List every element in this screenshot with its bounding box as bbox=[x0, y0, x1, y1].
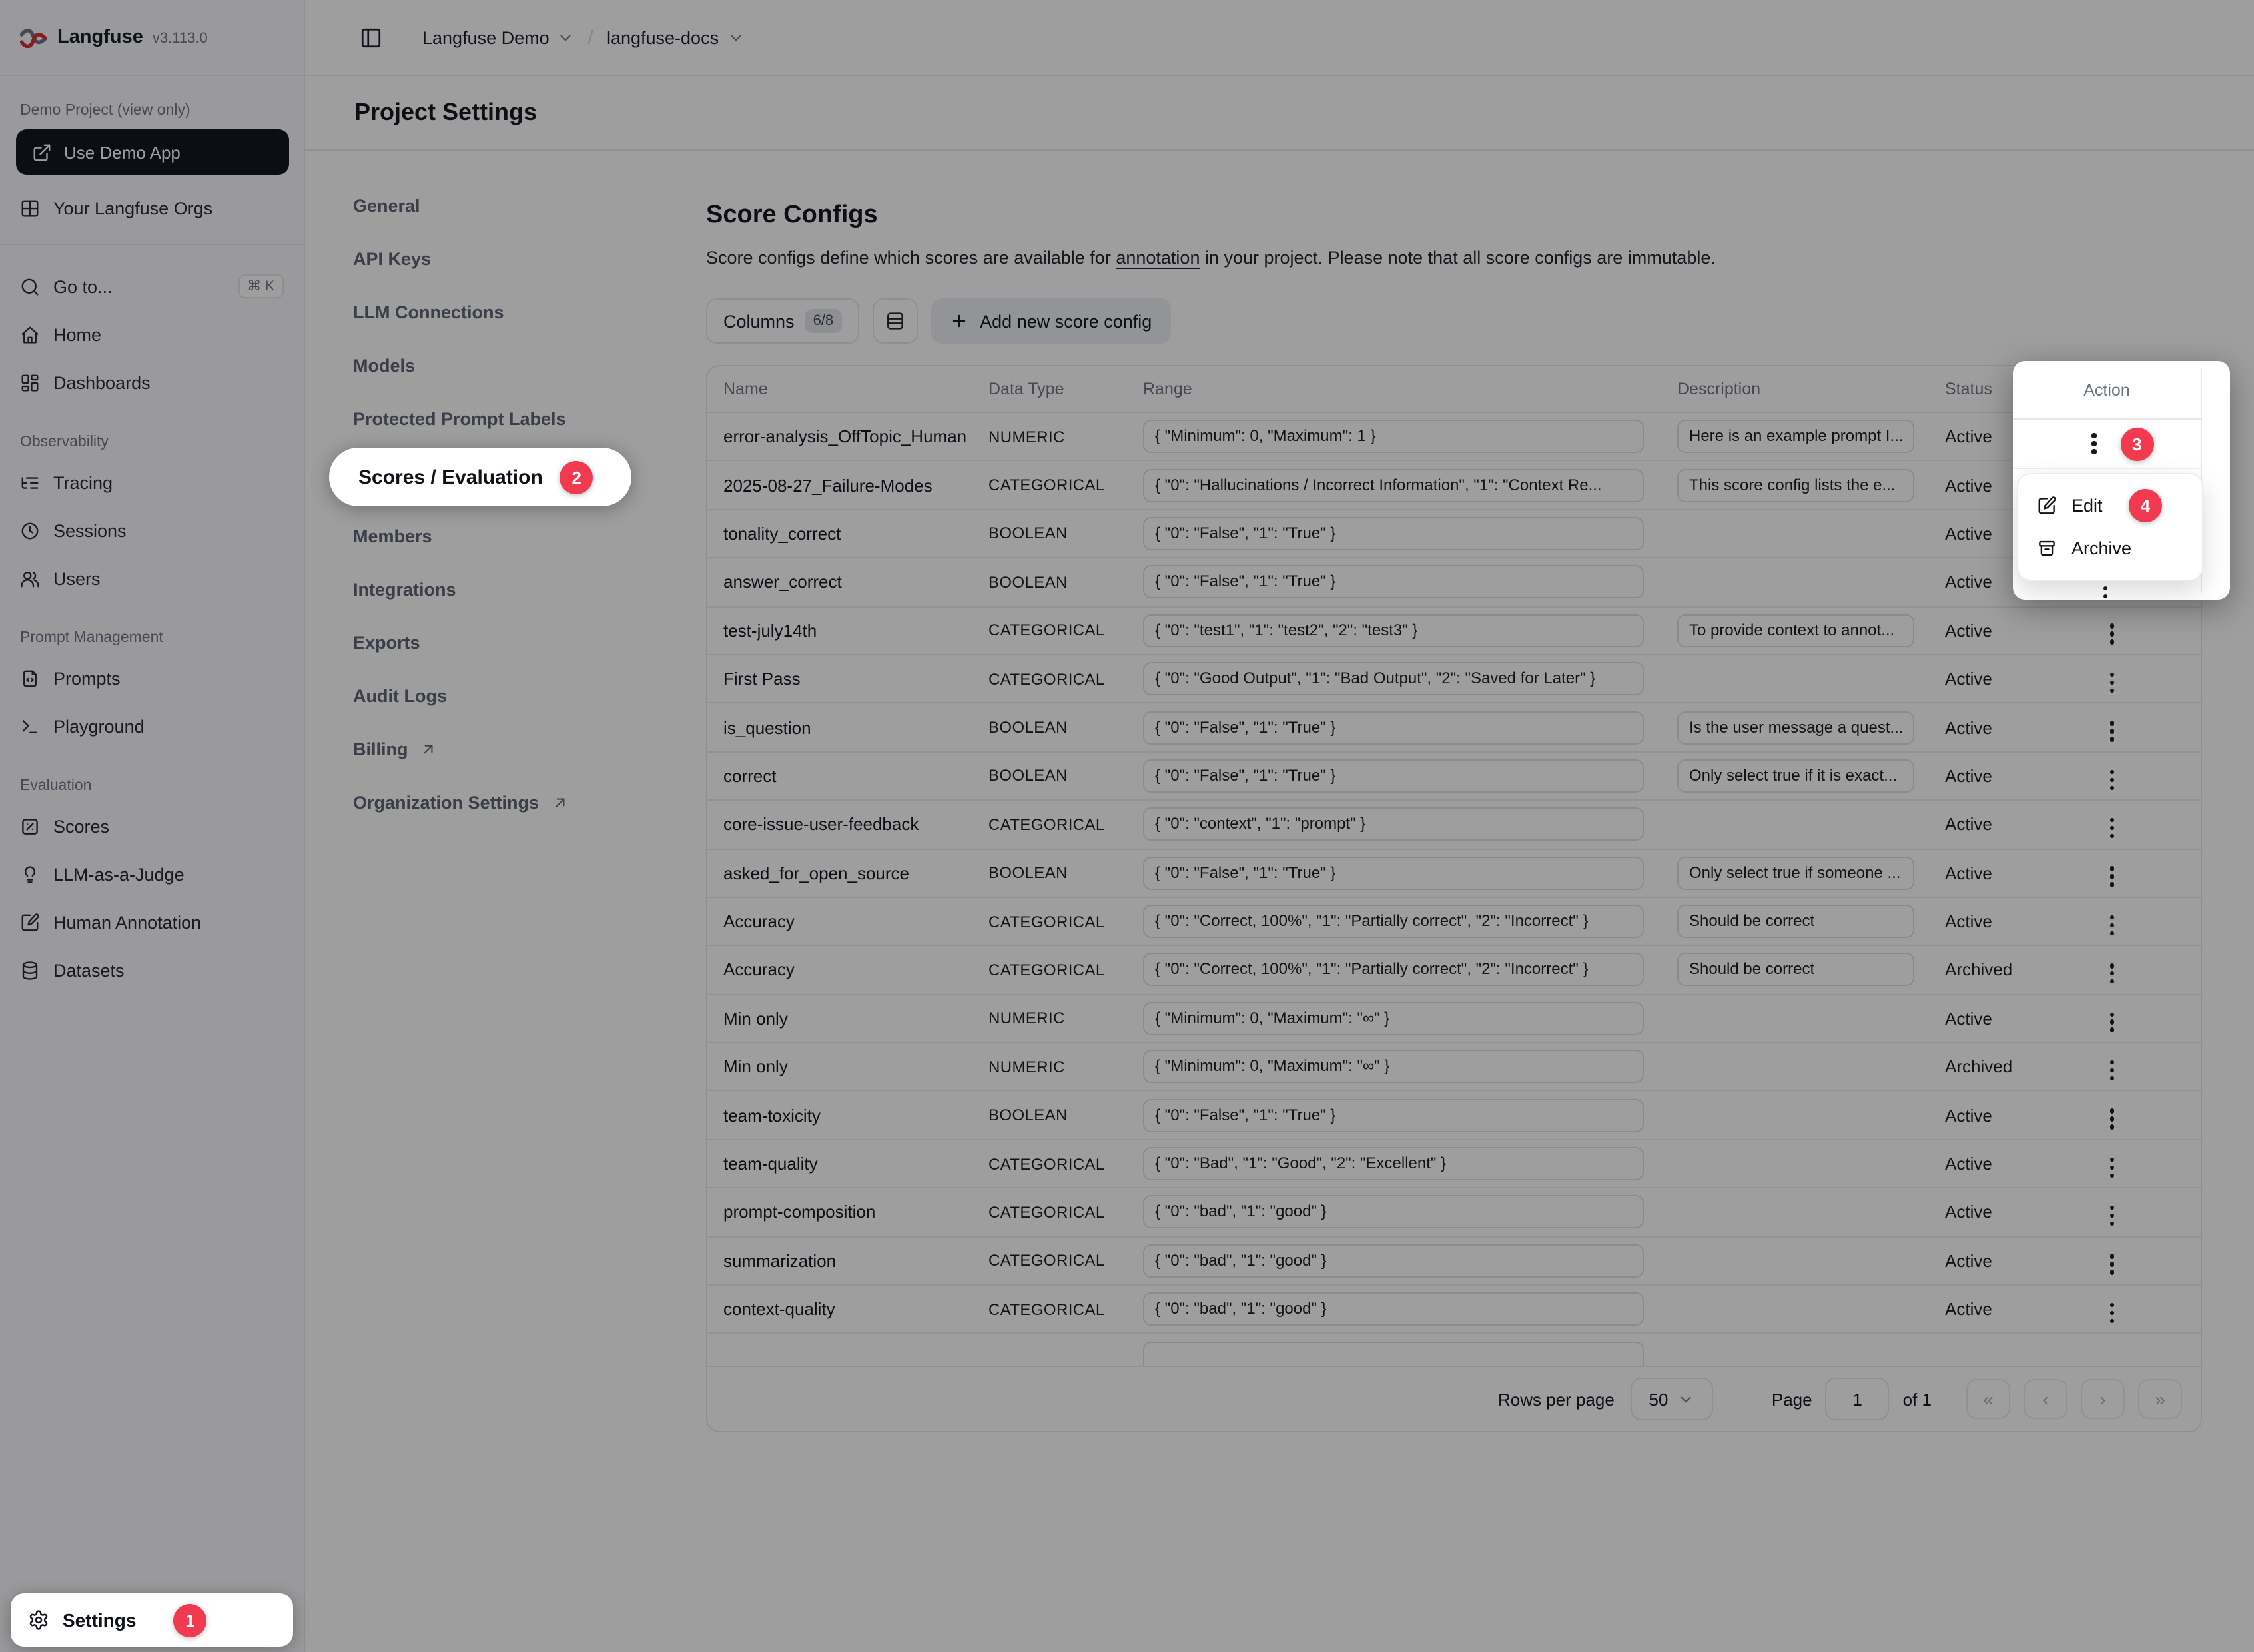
app-window: Langfuse v3.113.0 Demo Project (view onl… bbox=[0, 0, 2254, 1652]
edit-icon bbox=[2037, 495, 2057, 515]
tutorial-badge-3: 3 bbox=[2120, 427, 2153, 460]
action-dropdown-menu: Edit 4 Archive bbox=[2017, 473, 2203, 581]
menu-item-edit[interactable]: Edit 4 bbox=[2025, 484, 2195, 526]
gear-icon bbox=[28, 1609, 49, 1631]
action-column-spotlight: Action 3 Edit 4 Archive bbox=[2013, 361, 2230, 600]
tutorial-badge-4: 4 bbox=[2129, 488, 2162, 522]
sidebar-item-settings[interactable]: Settings 1 bbox=[11, 1593, 293, 1647]
settings-nav-label: Scores / Evaluation bbox=[358, 466, 543, 488]
tutorial-badge-1: 1 bbox=[173, 1603, 206, 1637]
action-row-1: 3 bbox=[2013, 420, 2201, 469]
action-column-header: Action bbox=[2013, 361, 2201, 420]
kebab-menu-icon[interactable] bbox=[2098, 581, 2113, 600]
settings-nav-item-scores-evaluation[interactable]: Scores / Evaluation 2 bbox=[329, 448, 631, 506]
archive-label: Archive bbox=[2071, 538, 2131, 558]
sidebar-footer: Settings 1 bbox=[11, 1593, 293, 1647]
kebab-menu-icon[interactable] bbox=[2087, 428, 2102, 460]
settings-label: Settings bbox=[63, 1609, 136, 1631]
tutorial-dim-overlay bbox=[0, 0, 2254, 1652]
edit-label: Edit bbox=[2071, 495, 2103, 515]
tutorial-badge-2: 2 bbox=[560, 460, 593, 494]
archive-icon bbox=[2037, 538, 2057, 558]
menu-item-archive[interactable]: Archive bbox=[2025, 526, 2195, 569]
